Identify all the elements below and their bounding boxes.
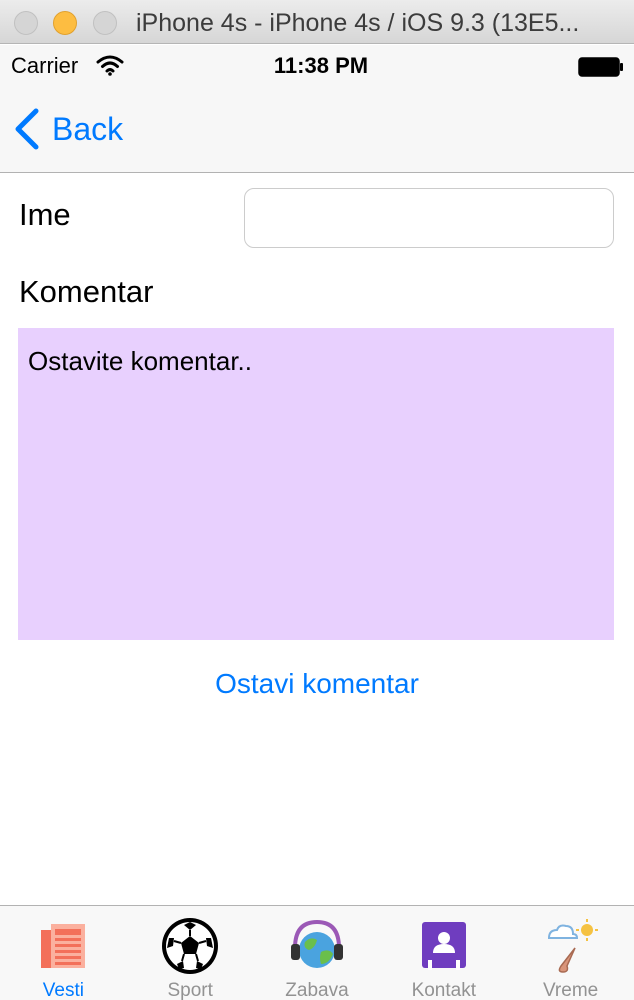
tab-kontakt[interactable]: Kontakt <box>380 906 507 1000</box>
battery-icon <box>578 57 623 77</box>
window-zoom-button[interactable] <box>93 11 117 35</box>
submit-comment-button[interactable]: Ostavi komentar <box>0 668 634 700</box>
window-titlebar: iPhone 4s - iPhone 4s / iOS 9.3 (13E5... <box>0 0 634 44</box>
contact-book-icon <box>421 922 466 970</box>
navigation-bar: Back <box>0 85 634 173</box>
tab-sport[interactable]: Sport <box>127 906 254 1000</box>
comment-label: Komentar <box>19 274 154 309</box>
window-close-button[interactable] <box>14 11 38 35</box>
tab-bar: Vesti Sport Zabava Kontakt Vreme <box>0 905 634 1000</box>
tab-vreme[interactable]: Vreme <box>507 906 634 1000</box>
tab-label-vreme: Vreme <box>542 980 599 1000</box>
name-input[interactable] <box>244 188 614 248</box>
weather-icon <box>547 919 598 973</box>
status-bar: Carrier 11:38 PM <box>0 45 634 85</box>
tab-vesti[interactable]: Vesti <box>0 906 127 1000</box>
status-time: 11:38 PM <box>273 53 369 78</box>
tab-zabava[interactable]: Zabava <box>254 906 381 1000</box>
back-button[interactable]: Back <box>12 107 123 151</box>
chevron-left-icon <box>15 108 39 150</box>
tab-label-kontakt: Kontakt <box>411 980 476 1000</box>
window-minimize-button[interactable] <box>53 11 77 35</box>
newspaper-icon <box>41 924 86 968</box>
globe-headphones-icon <box>290 919 343 968</box>
soccer-ball-icon <box>162 918 219 974</box>
comment-textarea[interactable]: Ostavite komentar.. <box>18 328 614 640</box>
tab-label-zabava: Zabava <box>285 980 349 1000</box>
tab-label-sport: Sport <box>167 980 213 1000</box>
name-label: Ime <box>19 197 71 232</box>
back-label: Back <box>52 110 124 147</box>
tab-label-vesti: Vesti <box>42 980 84 1000</box>
window-title: iPhone 4s - iPhone 4s / iOS 9.3 (13E5... <box>136 9 580 37</box>
